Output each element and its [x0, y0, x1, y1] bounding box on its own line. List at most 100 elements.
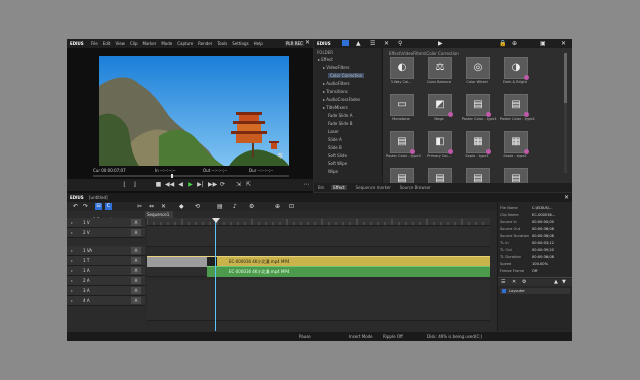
track-lane[interactable] — [147, 236, 490, 247]
audio-clip[interactable]: EC-000036 4K小北漫.mp4 MP4 — [207, 266, 490, 277]
tree-item[interactable]: ▸ AudioFilters — [323, 81, 350, 86]
tree-item[interactable]: ▸ Transitions — [323, 89, 348, 94]
effect-thumbnail[interactable]: ◑ — [504, 57, 529, 80]
menu-item-clip[interactable]: Clip — [130, 41, 138, 46]
set-in-icon[interactable]: ⌊ — [121, 181, 128, 188]
track-toggle-button[interactable]: A — [131, 257, 141, 264]
add-icon[interactable]: ⊕ — [512, 40, 517, 47]
timeline-close-icon[interactable]: ✕ — [564, 194, 569, 201]
tree-item[interactable]: Soft Slide — [328, 153, 347, 158]
menu-item-settings[interactable]: Settings — [232, 41, 248, 46]
effects-tab[interactable]: Bin — [316, 185, 326, 190]
layer-checkbox[interactable] — [502, 289, 506, 293]
list-view-icon[interactable]: ☰ — [370, 40, 375, 47]
track-header[interactable]: ▸ 1 A A — [67, 266, 145, 276]
info-remove-icon[interactable]: ✕ — [512, 279, 516, 285]
step-forward-icon[interactable]: ▶| — [197, 181, 204, 188]
menu-item-edit[interactable]: Edit — [103, 41, 111, 46]
effect-thumbnail[interactable]: ◧ — [428, 131, 453, 154]
delete-clip-icon[interactable]: ✕ — [161, 203, 166, 210]
track-expand-icon[interactable]: ▸ — [71, 258, 73, 263]
export-icon[interactable]: ⋯ — [303, 181, 310, 188]
tree-item[interactable]: ▸ TitleMixers — [323, 105, 348, 110]
sync-icon[interactable]: ⟲ — [195, 203, 200, 210]
effect-thumbnail[interactable]: ◩ — [428, 94, 453, 117]
timeline-area[interactable]: EC-000036 4K小北漫.mp4 MP4 EC-000036 4K小北漫.… — [146, 218, 490, 331]
render-icon[interactable]: ▤ — [217, 203, 223, 210]
track-expand-icon[interactable]: ▸ — [71, 230, 73, 235]
set-out-icon[interactable]: ⌋ — [131, 181, 138, 188]
play-icon[interactable]: ▶ — [187, 181, 194, 188]
track-toggle-button[interactable]: A — [131, 297, 141, 304]
menu-item-help[interactable]: Help — [254, 41, 263, 46]
menu-item-marker[interactable]: Marker — [143, 41, 157, 46]
track-expand-icon[interactable]: ▸ — [71, 268, 73, 273]
effects-close-icon[interactable]: ✕ — [561, 40, 566, 47]
add-marker-icon[interactable]: ◆ — [179, 203, 184, 210]
mode-badge[interactable]: PLR REC — [285, 41, 304, 46]
tree-item[interactable]: Color Correction — [328, 73, 365, 78]
search-icon[interactable]: ⚲ — [398, 40, 402, 47]
effects-tab[interactable]: Effect — [331, 185, 347, 190]
redo-icon[interactable]: ↷ — [83, 203, 88, 210]
info-down-icon[interactable]: ▼ — [562, 279, 566, 285]
track-toggle-button[interactable]: A — [131, 277, 141, 284]
info-up-icon[interactable]: ▲ — [554, 279, 558, 285]
folder-up-icon[interactable]: ▲ — [356, 40, 361, 47]
effect-thumbnail[interactable]: ▦ — [466, 131, 491, 154]
track-expand-icon[interactable]: ▸ — [71, 288, 73, 293]
tree-item[interactable]: Wipe — [328, 169, 338, 174]
track-header[interactable]: ▸ 3 A A — [67, 286, 145, 296]
effect-thumbnail[interactable]: ▭ — [390, 94, 414, 116]
zoom-icon[interactable]: ⊕ — [275, 203, 280, 210]
tree-item[interactable]: ▸ VideoFilters — [323, 65, 349, 70]
loop-icon[interactable]: ⟳ — [219, 181, 226, 188]
status-insert-mode[interactable]: Insert Mode — [349, 334, 373, 339]
play-effect-icon[interactable]: ▶ — [438, 40, 443, 47]
tree-item[interactable]: Fade Slide B — [328, 121, 352, 126]
track-toggle-button[interactable]: A — [131, 229, 141, 236]
effect-thumbnail[interactable]: ▦ — [504, 131, 529, 154]
sequence-tab[interactable]: Sequence1 — [145, 211, 173, 218]
track-header[interactable]: ▸ 1 T A — [67, 256, 145, 266]
effect-thumbnail[interactable]: ▤ — [466, 94, 491, 117]
effect-thumbnail[interactable]: ▤ — [390, 131, 415, 154]
timeline-ruler[interactable] — [146, 218, 490, 226]
menu-item-mode[interactable]: Mode — [161, 41, 172, 46]
track-header[interactable]: ▸ 1 VA A — [67, 246, 145, 256]
track-expand-icon[interactable]: ▸ — [71, 278, 73, 283]
track-header[interactable]: ▸ 1 V A — [67, 218, 145, 228]
mode-toggle-1[interactable]: ⊟ — [95, 203, 102, 210]
track-lane[interactable] — [147, 310, 490, 321]
rewind-icon[interactable]: ◀◀ — [165, 181, 174, 188]
track-header[interactable]: ▸ 2 V A — [67, 228, 145, 238]
info-settings-icon[interactable]: ⚙ — [522, 279, 526, 285]
snap-icon[interactable]: ⊡ — [289, 203, 294, 210]
undo-icon[interactable]: ↶ — [73, 203, 78, 210]
track-toggle-button[interactable]: A — [131, 219, 141, 226]
track-expand-icon[interactable]: ▸ — [71, 220, 73, 225]
playhead[interactable] — [215, 218, 216, 331]
tree-item[interactable]: Laser — [328, 129, 339, 134]
player-scrub-handle[interactable] — [171, 174, 173, 178]
effects-tab[interactable]: Sequence marker — [354, 185, 393, 190]
insert-icon[interactable]: ⇲ — [235, 181, 242, 188]
mode-toggle-2[interactable]: C — [105, 203, 112, 210]
effect-thumbnail[interactable]: ◐ — [390, 57, 414, 79]
info-list-icon[interactable]: ☰ — [501, 279, 505, 285]
trash-icon[interactable]: ▣ — [540, 40, 546, 47]
fast-forward-icon[interactable]: ▶▶ — [208, 181, 217, 188]
ripple-icon[interactable]: ⇔ — [149, 203, 154, 210]
tree-item[interactable]: ▸ AudioCrossFades — [323, 97, 360, 102]
playhead-handle[interactable] — [212, 218, 220, 223]
menu-item-capture[interactable]: Capture — [177, 41, 193, 46]
overwrite-icon[interactable]: ⇱ — [245, 181, 252, 188]
menu-item-view[interactable]: View — [115, 41, 125, 46]
track-toggle-button[interactable]: A — [131, 267, 141, 274]
track-expand-icon[interactable]: ▸ — [71, 248, 73, 253]
preview-frame[interactable]: 寺 — [99, 56, 289, 166]
tree-item[interactable]: Fade Slide A — [328, 113, 352, 118]
track-header[interactable]: ▸ 4 A A — [67, 296, 145, 306]
effect-thumbnail[interactable]: ▤ — [504, 94, 529, 117]
cut-icon[interactable]: ✂ — [137, 203, 142, 210]
